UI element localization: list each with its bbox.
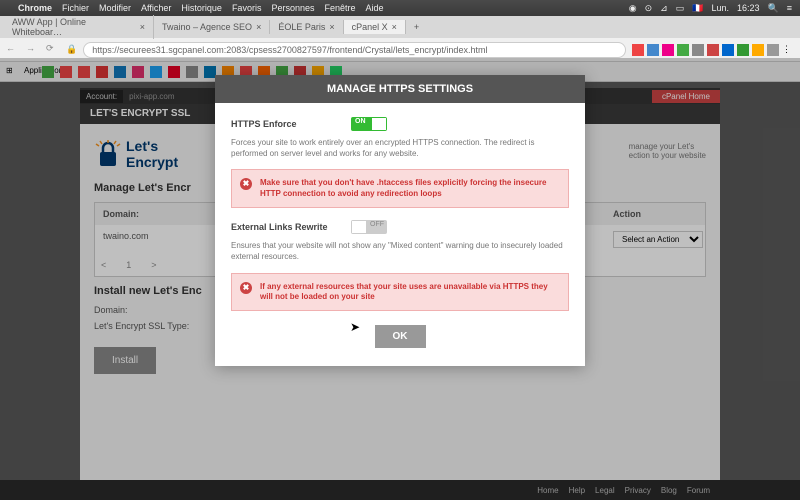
- new-tab-button[interactable]: +: [406, 22, 427, 32]
- tab[interactable]: ÉOLE Paris×: [270, 20, 343, 34]
- address-input[interactable]: https://securees31.sgcpanel.com:2083/cps…: [83, 42, 626, 58]
- back-button[interactable]: ←: [6, 43, 20, 57]
- wifi-icon: ⊿: [660, 3, 668, 14]
- ext-icon[interactable]: [737, 44, 749, 56]
- https-enforce-warning: Make sure that you don't have .htaccess …: [231, 169, 569, 208]
- ext-icon[interactable]: [722, 44, 734, 56]
- close-icon[interactable]: ×: [392, 22, 397, 32]
- ext-rewrite-toggle[interactable]: [351, 220, 387, 234]
- ext-rewrite-warning: If any external resources that your site…: [231, 273, 569, 312]
- menu-edit[interactable]: Modifier: [99, 3, 131, 13]
- modal: MANAGE HTTPS SETTINGS HTTPS Enforce Forc…: [215, 75, 585, 366]
- forward-button[interactable]: →: [26, 43, 40, 57]
- status-icon: ⊙: [645, 3, 653, 14]
- ext-icon[interactable]: [647, 44, 659, 56]
- flag-icon: 🇫🇷: [692, 3, 703, 14]
- ext-icon[interactable]: [677, 44, 689, 56]
- https-enforce-desc: Forces your site to work entirely over a…: [231, 137, 569, 159]
- ext-icon[interactable]: [752, 44, 764, 56]
- menu-icon[interactable]: ⋮: [782, 44, 794, 56]
- ext-icon[interactable]: [707, 44, 719, 56]
- ext-icon[interactable]: [662, 44, 674, 56]
- browser-tabs: AWW App | Online Whiteboar…× Twaino – Ag…: [0, 16, 800, 38]
- menu-app[interactable]: Chrome: [18, 3, 52, 13]
- menu-file[interactable]: Fichier: [62, 3, 89, 13]
- close-icon[interactable]: ×: [256, 22, 261, 32]
- https-enforce-label: HTTPS Enforce: [231, 119, 341, 129]
- search-icon[interactable]: 🔍: [768, 3, 779, 14]
- ext-rewrite-label: External Links Rewrite: [231, 222, 341, 232]
- https-enforce-toggle[interactable]: [351, 117, 387, 131]
- menu-help[interactable]: Aide: [366, 3, 384, 13]
- menu-view[interactable]: Afficher: [141, 3, 171, 13]
- tab[interactable]: Twaino – Agence SEO×: [154, 20, 270, 34]
- macos-menubar: Chrome Fichier Modifier Afficher Histori…: [0, 0, 800, 16]
- status-icon: ◉: [629, 3, 637, 14]
- ext-rewrite-desc: Ensures that your website will not show …: [231, 240, 569, 262]
- reload-button[interactable]: ⟳: [46, 43, 60, 57]
- ext-icon[interactable]: [632, 44, 644, 56]
- ok-button[interactable]: OK: [375, 325, 426, 348]
- ext-icon[interactable]: [692, 44, 704, 56]
- modal-title: MANAGE HTTPS SETTINGS: [215, 75, 585, 103]
- lock-icon: 🔒: [66, 44, 77, 55]
- menu-history[interactable]: Historique: [181, 3, 222, 13]
- battery-icon: ▭: [676, 3, 685, 14]
- clock-day: Lun.: [711, 3, 729, 13]
- menu-favorites[interactable]: Favoris: [232, 3, 262, 13]
- tab-active[interactable]: cPanel X×: [344, 20, 406, 34]
- menu-icon[interactable]: ≡: [787, 3, 792, 13]
- close-icon[interactable]: ×: [329, 22, 334, 32]
- menu-window[interactable]: Fenêtre: [324, 3, 355, 13]
- menu-people[interactable]: Personnes: [271, 3, 314, 13]
- tab[interactable]: AWW App | Online Whiteboar…×: [4, 15, 154, 39]
- clock-time: 16:23: [737, 3, 760, 13]
- close-icon[interactable]: ×: [140, 22, 145, 32]
- ext-icon[interactable]: [767, 44, 779, 56]
